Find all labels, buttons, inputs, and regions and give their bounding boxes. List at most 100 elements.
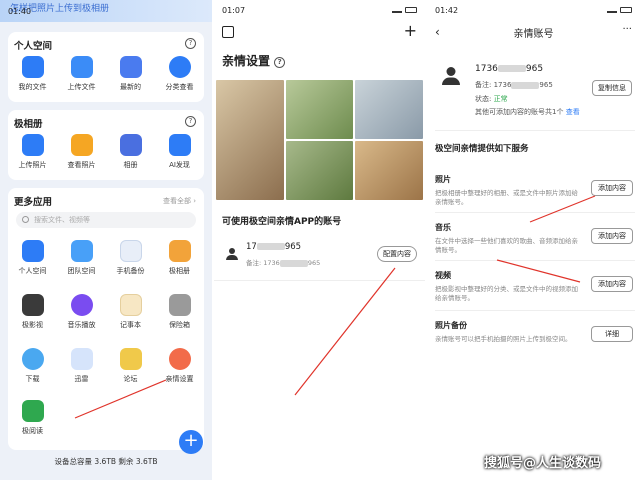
safe-icon (168, 294, 191, 316)
divider (435, 212, 635, 213)
app-xunlei[interactable]: 迅雷 (57, 348, 106, 384)
account-status: 状态: 正常 (475, 94, 508, 104)
photo-family-park (285, 80, 354, 139)
app-music[interactable]: 音乐播放 (57, 294, 106, 330)
photo-child-eating (216, 80, 284, 200)
app-label: 记事本 (120, 321, 141, 329)
note-prefix: 备注: 1736 (246, 259, 280, 267)
add-content-button[interactable]: 添加内容 (591, 276, 633, 292)
my-files-item[interactable]: 我的文件 (8, 56, 57, 92)
family-account-screen: 01:42 亲情账号 ‹ ··· 1736 965 备注: 1736 965 状态:… (427, 0, 640, 480)
ai-discover-item[interactable]: AI发现 (155, 134, 204, 170)
app-notepad[interactable]: 记事本 (106, 294, 155, 330)
status-label: 状态: (475, 95, 494, 103)
status-bar: 01:07 (222, 4, 417, 16)
upload-icon (70, 56, 93, 78)
help-icon[interactable]: ? (185, 38, 196, 49)
app-reader[interactable]: 极阅读 (8, 400, 57, 436)
search-input[interactable]: 搜索文件、视频等 (16, 212, 196, 228)
latest-icon (119, 56, 142, 78)
view-photos-item[interactable]: 查看照片 (57, 134, 106, 170)
account-note: 备注: 1736 965 (246, 257, 320, 267)
my-files-icon (21, 56, 44, 78)
item-label: 上传照片 (18, 161, 47, 169)
app-label: 极相册 (169, 267, 190, 275)
panel-divider (425, 0, 427, 480)
view-all-label: 查看全部 (162, 197, 191, 205)
redacted-block (497, 65, 526, 72)
app-label: 论坛 (123, 375, 138, 383)
app-personal-space[interactable]: 个人空间 (8, 240, 57, 276)
app-safe[interactable]: 保险箱 (155, 294, 204, 330)
battery-icon (405, 7, 417, 13)
personal-space-title: 个人空间 (14, 41, 53, 52)
service-video: 视频 把极影视中整理好的分类、或是文件中的视频添加给亲情账号。 添加内容 (435, 270, 635, 303)
more-icon[interactable]: ··· (622, 24, 632, 35)
note-prefix: 备注: 1736 (475, 81, 512, 89)
upload-photos-item[interactable]: 上传照片 (8, 134, 57, 170)
search-icon (22, 216, 29, 223)
app-label: 亲情设置 (165, 375, 194, 383)
details-button[interactable]: 详细 (591, 326, 633, 342)
account-prefix: 17 (246, 242, 257, 252)
personal-space-card: 个人空间 ? 我的文件 上传文件 最新的 分类查看 (8, 32, 204, 102)
albums-item[interactable]: 相册 (106, 134, 155, 170)
title-text: 亲情设置 (222, 54, 271, 68)
app-label: 迅雷 (74, 375, 89, 383)
add-content-button[interactable]: 添加内容 (591, 228, 633, 244)
other-accounts: 其他可添加内容的账号共1个 查看 (475, 107, 580, 117)
app-label: 下载 (25, 375, 40, 383)
item-label: 我的文件 (18, 83, 47, 91)
divider (435, 260, 635, 261)
category-view-item[interactable]: 分类查看 (155, 56, 204, 92)
app-label: 极阅读 (22, 427, 43, 435)
config-content-button[interactable]: 配置内容 (377, 246, 417, 262)
app-download[interactable]: 下载 (8, 348, 57, 384)
page-title: 亲情账号 (513, 29, 554, 40)
account-suffix: 965 (284, 242, 302, 252)
view-link[interactable]: 查看 (566, 108, 580, 116)
service-desc: 在文件中选择一些他们喜欢的歌曲、音频添加给亲情账号。 (435, 237, 578, 254)
team-folder-icon (70, 240, 93, 262)
add-button[interactable]: + (179, 430, 203, 454)
app-phone-backup[interactable]: 手机备份 (106, 240, 155, 276)
app-forum[interactable]: 论坛 (106, 348, 155, 384)
app-label: 音乐播放 (67, 321, 96, 329)
album-app-icon (168, 240, 191, 262)
back-icon[interactable]: ‹ (435, 25, 440, 39)
photo-elderly-couple (355, 80, 423, 139)
app-label: 极影视 (22, 321, 43, 329)
service-desc: 把极影视中整理好的分类、或是文件中的视频添加给亲情账号。 (435, 285, 578, 302)
accounts-heading: 可使用极空间亲情APP的账号 (222, 217, 342, 227)
latest-item[interactable]: 最新的 (106, 56, 155, 92)
add-content-button[interactable]: 添加内容 (591, 180, 633, 196)
app-album[interactable]: 极相册 (155, 240, 204, 276)
app-team-space[interactable]: 团队空间 (57, 240, 106, 276)
pie-chart-icon (168, 56, 191, 78)
help-icon[interactable]: ? (185, 116, 196, 127)
divider (435, 130, 635, 131)
account-prefix: 1736 (475, 64, 498, 74)
album-title: 极相册 (14, 119, 43, 130)
item-label: 上传文件 (67, 83, 96, 91)
music-icon (70, 294, 93, 316)
status-value: 正常 (493, 95, 508, 103)
account-note: 备注: 1736 965 (475, 80, 553, 90)
search-placeholder: 搜索文件、视频等 (34, 216, 90, 224)
redacted-block (511, 81, 540, 89)
view-all-link[interactable]: 查看全部 › (163, 196, 196, 206)
add-icon[interactable]: + (404, 21, 417, 40)
help-icon[interactable]: ? (274, 57, 286, 68)
app-label: 手机备份 (116, 267, 145, 275)
app-family-settings[interactable]: 亲情设置 (155, 348, 204, 384)
account-row[interactable]: 17 965 备注: 1736 965 配置内容 (222, 238, 419, 272)
page-title: 亲情设置 ? (222, 52, 286, 69)
phone-backup-icon (119, 240, 142, 262)
item-label: 查看照片 (67, 161, 96, 169)
redacted-block (256, 243, 285, 250)
copy-info-button[interactable]: 复制信息 (592, 80, 632, 96)
app-video[interactable]: 极影视 (8, 294, 57, 330)
home-icon[interactable] (222, 26, 234, 38)
person-icon (226, 248, 238, 260)
upload-files-item[interactable]: 上传文件 (57, 56, 106, 92)
